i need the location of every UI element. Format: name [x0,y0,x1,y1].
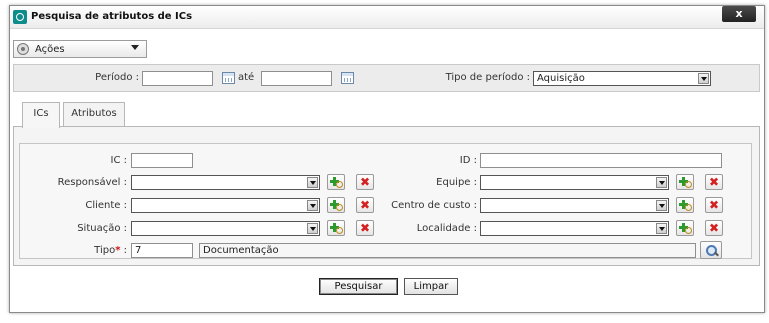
centro-custo-label: Centro de custo : [391,200,477,211]
localidade-select[interactable] [480,221,669,236]
period-start-input[interactable] [142,71,213,86]
situacao-add-button[interactable] [327,220,345,236]
equipe-select[interactable] [480,175,669,190]
actions-menu-label: Ações [35,44,65,55]
dialog-body: Ações Período : até Tipo de período : Aq… [10,29,764,312]
tab-atributos[interactable]: Atributos [63,102,125,126]
dialog-title: Pesquisa de atributos de ICs [31,11,193,22]
equipe-label: Equipe : [436,177,477,188]
close-button[interactable]: x [722,6,756,22]
centro-custo-clear-button[interactable]: ✖ [705,197,723,213]
tipo-code-input[interactable] [131,243,193,258]
period-type-value: Aquisição [537,73,585,84]
period-end-input[interactable] [261,71,332,86]
remove-x-icon: ✖ [359,175,371,189]
title-bar[interactable]: Pesquisa de atributos de ICs x [10,6,764,29]
tipo-label: Tipo [94,245,116,256]
chevron-down-icon [656,223,667,234]
ic-label: IC : [110,155,127,166]
gear-icon [17,43,29,55]
equipe-clear-button[interactable]: ✖ [705,174,723,190]
period-label: Período : [95,72,139,83]
clear-button[interactable]: Limpar [404,278,458,295]
remove-x-icon: ✖ [708,175,720,189]
search-button[interactable]: Pesquisar [319,278,398,295]
tipo-label-group: Tipo* : [30,245,127,256]
id-label: ID : [459,155,477,166]
tipo-description-field [199,243,696,258]
responsavel-label: Responsável : [57,177,127,188]
remove-x-icon: ✖ [708,198,720,212]
app-logo-icon [13,10,27,24]
remove-x-icon: ✖ [359,198,371,212]
centro-custo-select[interactable] [480,198,669,213]
remove-x-icon: ✖ [708,221,720,235]
chevron-down-icon [307,223,318,234]
situacao-select[interactable] [131,221,320,236]
cliente-add-button[interactable] [327,197,345,213]
chevron-down-icon [307,177,318,188]
centro-custo-add-button[interactable] [676,197,694,213]
cliente-clear-button[interactable]: ✖ [356,197,374,213]
chevron-down-icon [307,200,318,211]
cliente-label: Cliente : [85,200,127,211]
situacao-label: Situação : [77,223,127,234]
calendar-icon[interactable] [341,72,354,84]
until-label: até [238,72,255,83]
ic-input[interactable] [131,153,193,168]
equipe-add-button[interactable] [676,174,694,190]
situacao-clear-button[interactable]: ✖ [356,220,374,236]
localidade-label: Localidade : [416,223,477,234]
chevron-down-icon [131,45,139,50]
tab-ics[interactable]: ICs [22,102,60,128]
chevron-down-icon [656,200,667,211]
chevron-down-icon [698,73,709,84]
localidade-clear-button[interactable]: ✖ [705,220,723,236]
tipo-lookup-button[interactable] [700,241,722,259]
dialog-window: Pesquisa de atributos de ICs x Ações Per… [9,5,765,313]
id-input[interactable] [480,153,722,168]
period-type-label: Tipo de período : [445,72,530,83]
localidade-add-button[interactable] [676,220,694,236]
remove-x-icon: ✖ [359,221,371,235]
actions-menu-button[interactable]: Ações [13,40,147,58]
tipo-label-colon: : [120,245,127,256]
chevron-down-icon [656,177,667,188]
cliente-select[interactable] [131,198,320,213]
calendar-icon[interactable] [222,72,235,84]
responsavel-clear-button[interactable]: ✖ [356,174,374,190]
period-filter-bar: Período : até Tipo de período : Aquisiçã… [13,64,760,92]
responsavel-add-button[interactable] [327,174,345,190]
responsavel-select[interactable] [131,175,320,190]
period-type-select[interactable]: Aquisição [533,71,711,86]
